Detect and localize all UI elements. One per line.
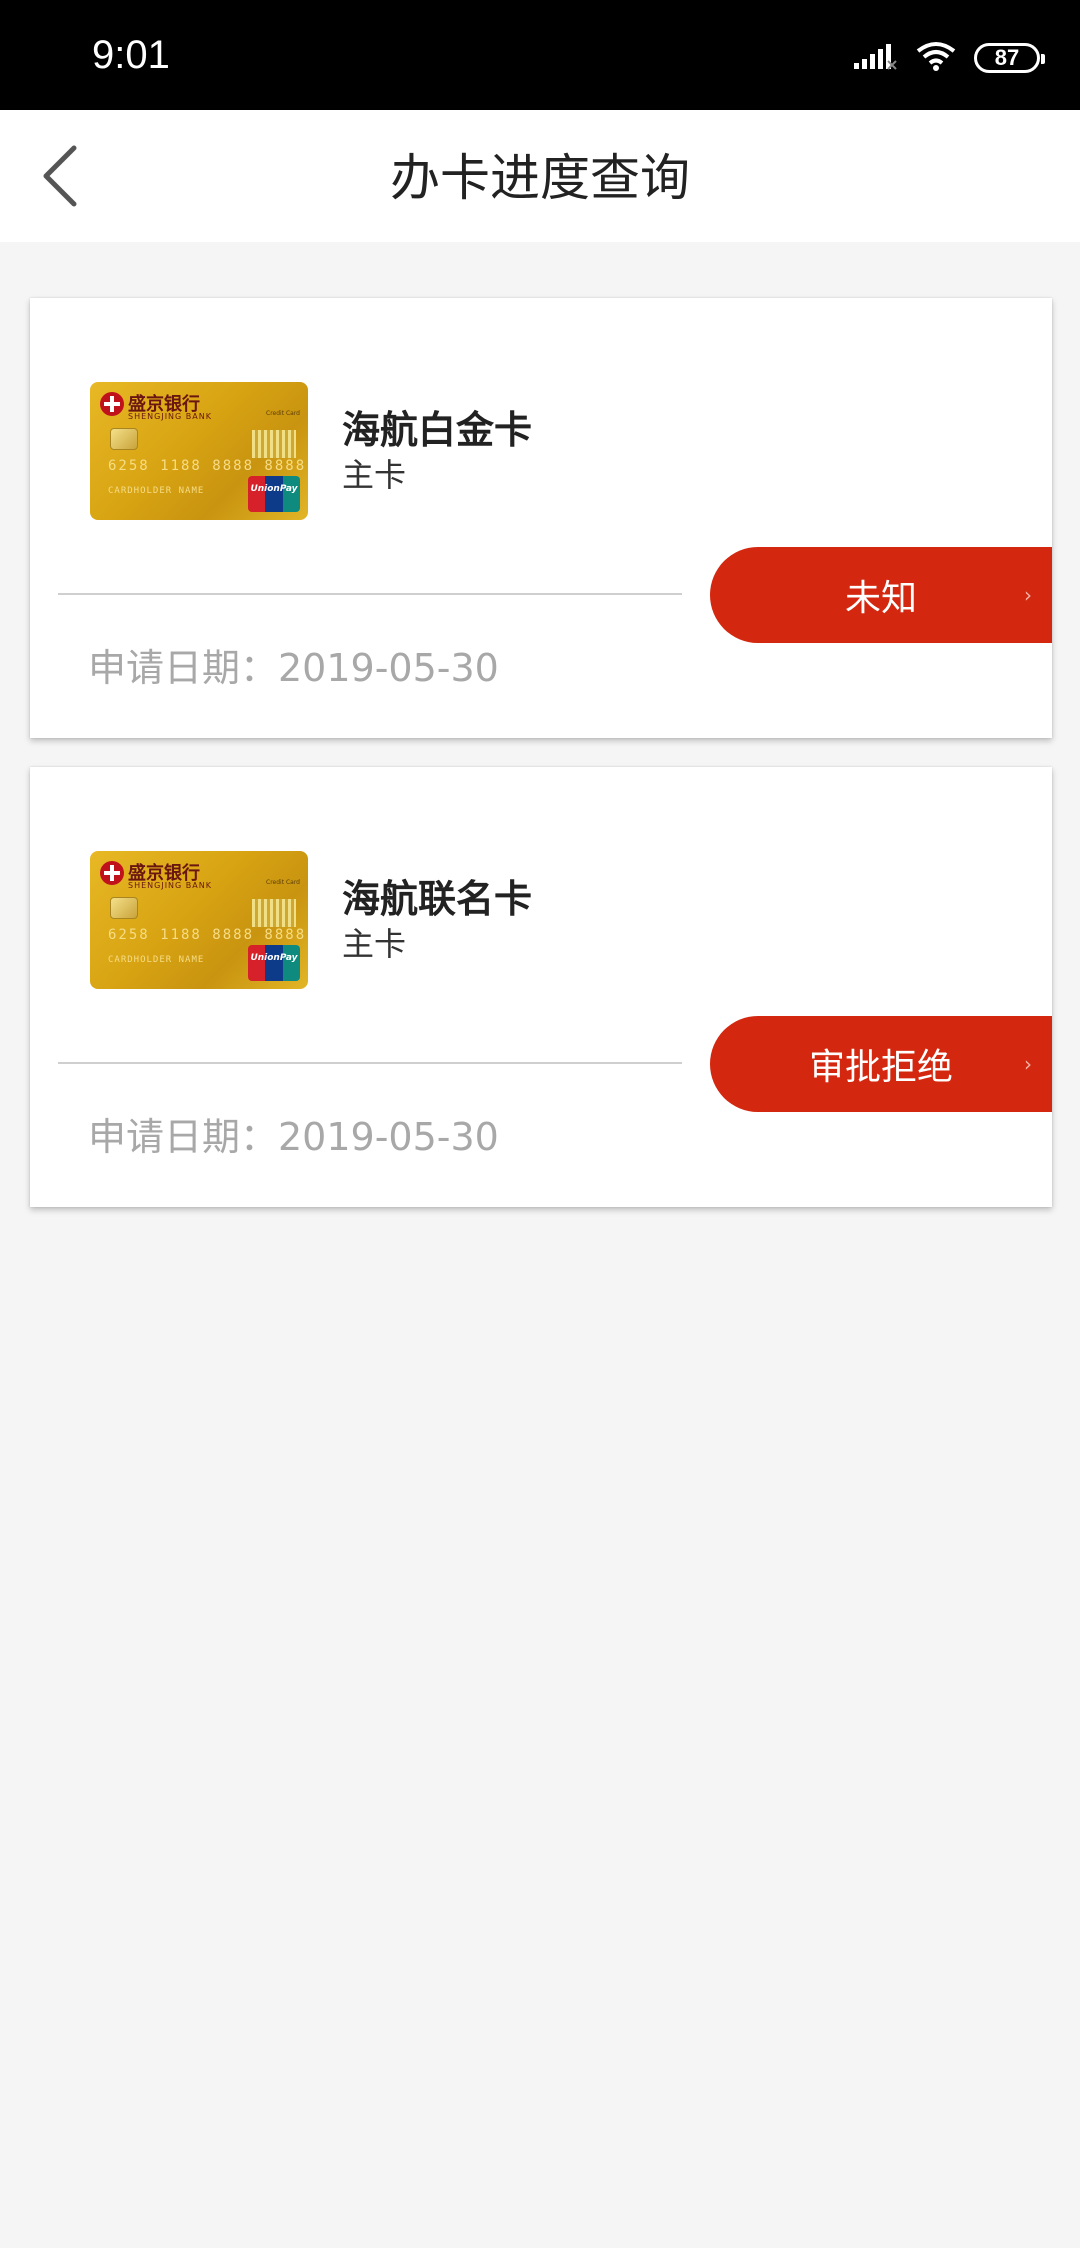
status-button[interactable]: 审批拒绝 › [710, 1016, 1052, 1112]
chip-icon [110, 428, 138, 450]
card-holder: CARDHOLDER NAME [108, 955, 205, 965]
card-type: 主卡 [342, 925, 407, 963]
chip-icon [110, 897, 138, 919]
credit-card-image: 盛京银行 SHENGJING BANK Credit Card 6258 118… [90, 851, 308, 989]
status-time: 9:01 [92, 33, 170, 77]
chevron-right-icon: › [1024, 583, 1032, 607]
apply-date: 申请日期：2019-05-30 [88, 646, 499, 690]
bank-logo-icon [100, 861, 124, 885]
divider [58, 1062, 682, 1064]
status-label: 审批拒绝 [808, 1047, 953, 1088]
card-number: 6258 1188 8888 8888 [108, 458, 307, 474]
card-label: Credit Card [266, 410, 300, 417]
divider [58, 593, 682, 595]
card-holder: CARDHOLDER NAME [108, 486, 205, 496]
wifi-icon [916, 41, 956, 75]
apply-date: 申请日期：2019-05-30 [88, 1115, 499, 1159]
unionpay-logo-icon: UnionPay [248, 945, 300, 981]
card-type: 主卡 [342, 456, 407, 494]
credit-card-image: 盛京银行 SHENGJING BANK Credit Card 6258 118… [90, 382, 308, 520]
card-label: Credit Card [266, 879, 300, 886]
page-title: 办卡进度查询 [390, 149, 690, 207]
battery-icon: 87 [974, 43, 1045, 73]
card-number: 6258 1188 8888 8888 [108, 927, 307, 943]
unionpay-logo-icon: UnionPay [248, 476, 300, 512]
application-card[interactable]: 盛京银行 SHENGJING BANK Credit Card 6258 118… [30, 767, 1052, 1207]
signal-icon [854, 41, 898, 75]
status-label: 未知 [844, 578, 917, 619]
bank-logo-icon [100, 392, 124, 416]
hologram-icon [252, 430, 296, 458]
chevron-right-icon: › [1024, 1052, 1032, 1076]
card-name: 海航白金卡 [342, 408, 533, 452]
card-name: 海航联名卡 [342, 877, 533, 921]
status-bar: 9:01 87 [0, 0, 1080, 110]
status-icons: 87 [854, 38, 1045, 78]
application-card[interactable]: 盛京银行 SHENGJING BANK Credit Card 6258 118… [30, 298, 1052, 738]
hologram-icon [252, 899, 296, 927]
navbar: 办卡进度查询 [0, 110, 1080, 242]
card-bank-name-en: SHENGJING BANK [128, 412, 212, 421]
status-button[interactable]: 未知 › [710, 547, 1052, 643]
card-bank-name-en: SHENGJING BANK [128, 881, 212, 890]
